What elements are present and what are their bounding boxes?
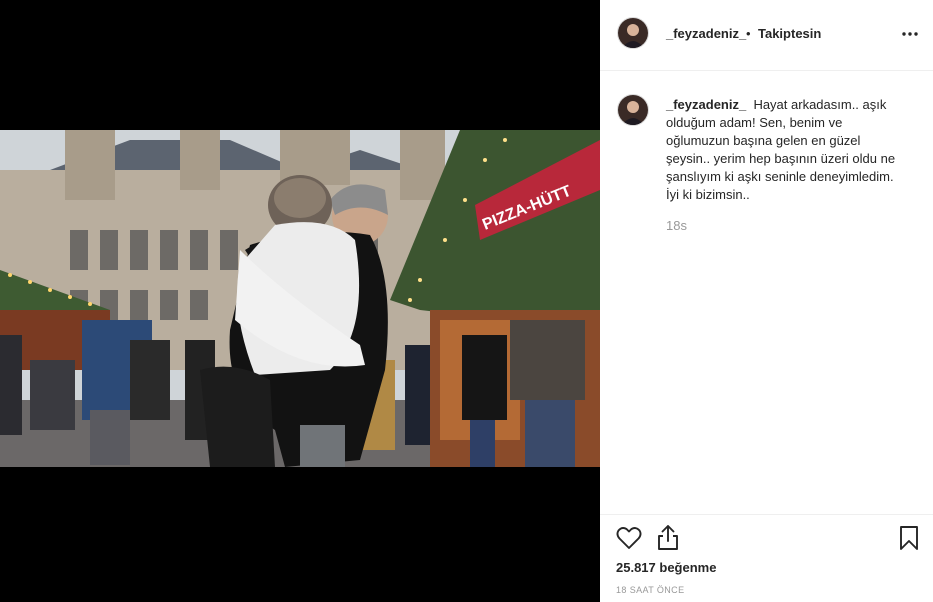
post-side-panel: _feyzadeniz_ • Takiptesin _feyzadeniz_ H… bbox=[600, 0, 933, 602]
avatar[interactable] bbox=[617, 17, 649, 49]
post-photo[interactable]: PIZZA-HÜTT bbox=[0, 130, 600, 467]
actions-divider bbox=[600, 514, 933, 515]
caption-avatar[interactable] bbox=[617, 94, 649, 126]
likes-count[interactable]: 25.817 beğenme bbox=[616, 560, 716, 575]
post-header: _feyzadeniz_ • Takiptesin bbox=[600, 0, 933, 71]
caption-username[interactable]: _feyzadeniz_ bbox=[666, 97, 746, 112]
more-options-icon[interactable] bbox=[901, 24, 919, 44]
caption-time: 18s bbox=[666, 218, 687, 233]
post-caption: _feyzadeniz_ Hayat arkadasım.. aşık oldu… bbox=[666, 96, 906, 204]
post-media: PIZZA-HÜTT bbox=[0, 0, 600, 602]
share-icon[interactable] bbox=[656, 524, 680, 551]
heart-icon[interactable] bbox=[616, 526, 642, 550]
post-timestamp: 18 SAAT ÖNCE bbox=[616, 585, 685, 595]
follow-status[interactable]: Takiptesin bbox=[758, 26, 821, 41]
caption-text: Hayat arkadasım.. aşık olduğum adam! Sen… bbox=[666, 97, 896, 202]
header-separator: • bbox=[746, 26, 751, 41]
header-username[interactable]: _feyzadeniz_ bbox=[666, 26, 746, 41]
bookmark-icon[interactable] bbox=[898, 525, 920, 551]
